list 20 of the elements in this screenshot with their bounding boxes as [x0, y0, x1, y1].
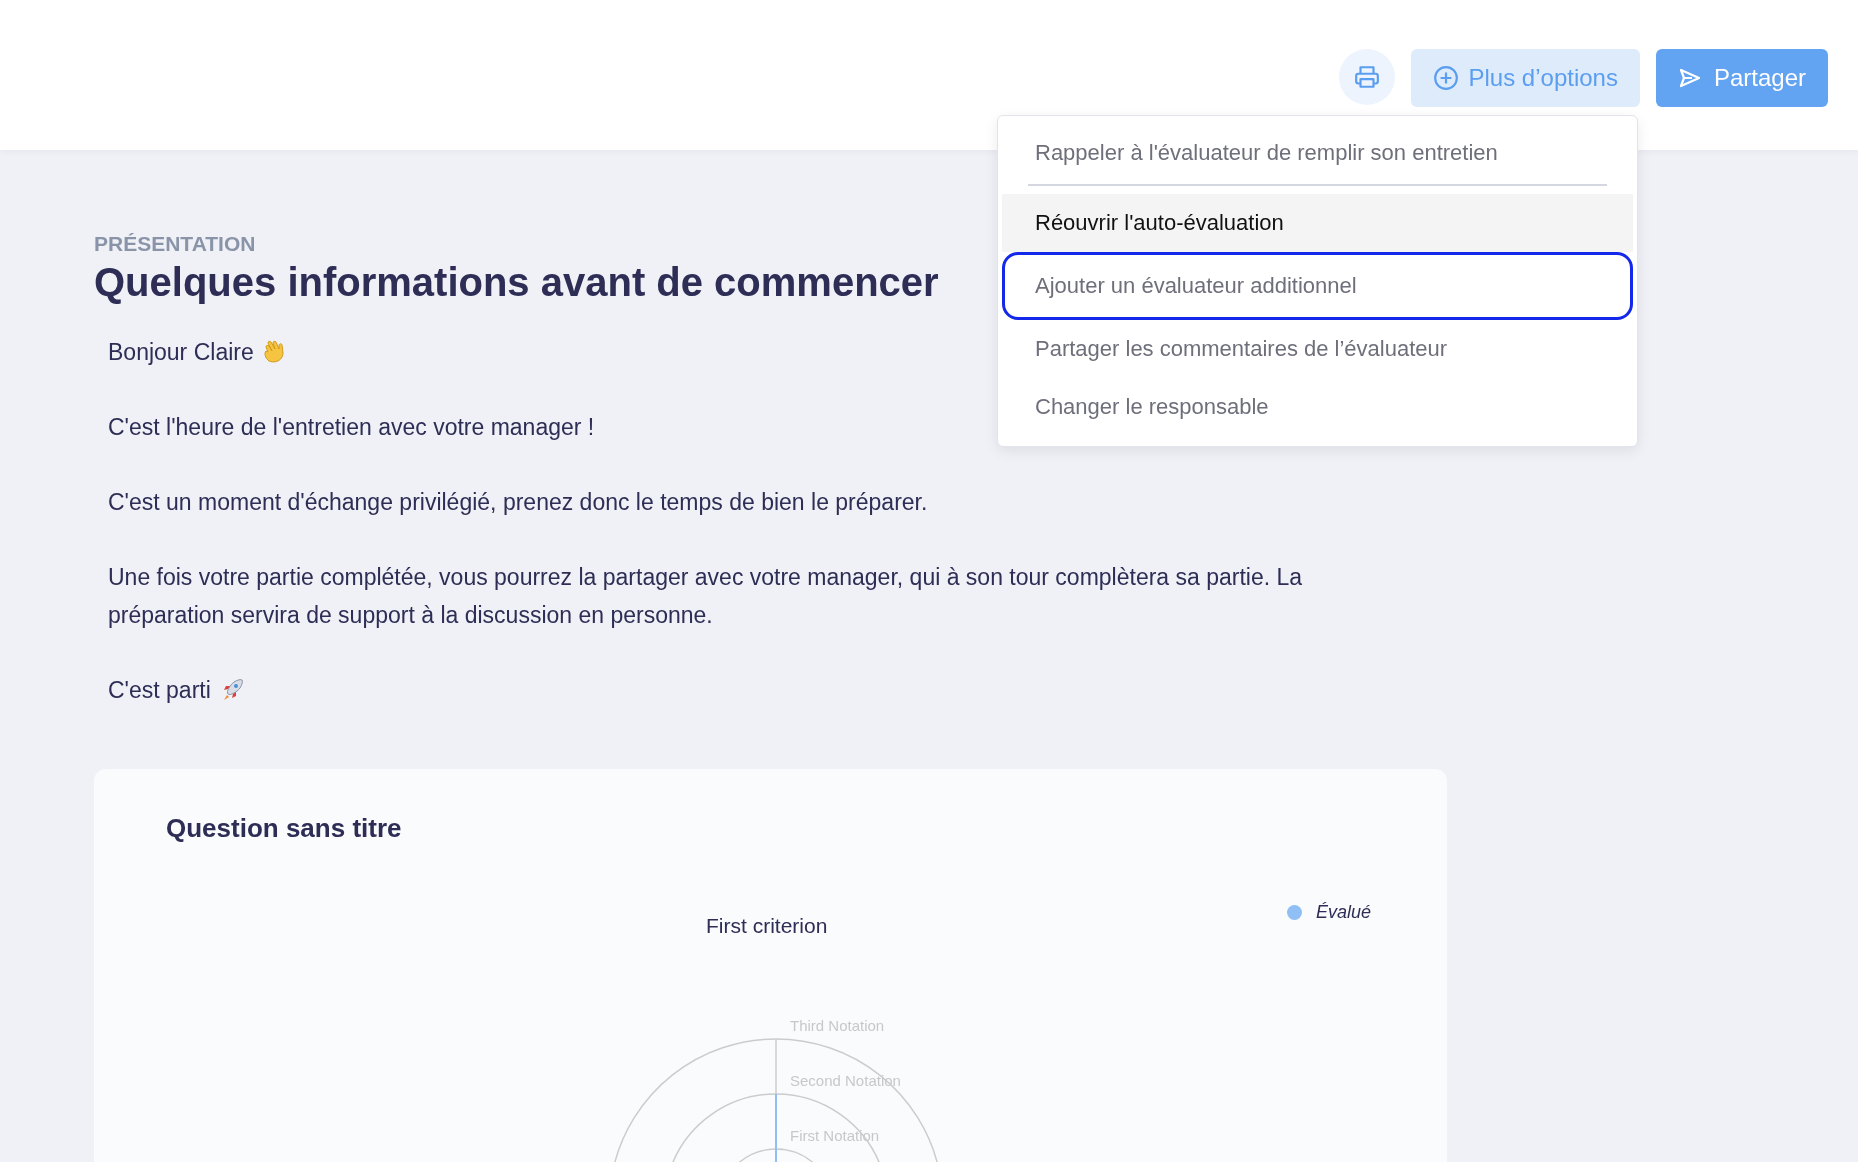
- value-line: [775, 1093, 777, 1162]
- menu-item[interactable]: Rappeler à l'évaluateur de remplir son entretien: [1002, 124, 1633, 182]
- paragraph: Bonjour Claire: [108, 338, 254, 367]
- paragraph: C'est parti: [108, 676, 211, 705]
- card-title: Question sans titre: [166, 813, 403, 844]
- menu-item[interactable]: Partager les commentaires de l’évaluateur: [1002, 320, 1633, 378]
- paragraph: C'est un moment d'échange privilégié, prenez donc le temps de bien le préparer.: [108, 488, 928, 517]
- send-icon: [1677, 66, 1702, 90]
- paragraph: Une fois votre partie complétée, vous pourrez la partager avec votre manager, qui à son tour complètera sa partie. La préparation servira de support à la discussion en personne.: [108, 563, 1304, 630]
- plus-circle-icon: [1432, 65, 1459, 91]
- legend-label: Évalué: [1315, 902, 1371, 923]
- share-button[interactable]: Partager: [1655, 49, 1828, 107]
- section-title: Quelques informations avant de commencer: [94, 260, 939, 305]
- menu-item[interactable]: Changer le responsable: [1002, 378, 1633, 436]
- printer-icon: [1353, 64, 1380, 90]
- paragraph: C'est l'heure de l'entretien avec votre manager !: [108, 413, 595, 442]
- menu-item[interactable]: Réouvrir l'auto-évaluation: [1002, 194, 1633, 252]
- menu-item[interactable]: Ajouter un évaluateur additionnel: [1002, 252, 1633, 320]
- criterion-label: First criterion: [706, 914, 828, 938]
- section-label: PRÉSENTATION: [94, 232, 257, 256]
